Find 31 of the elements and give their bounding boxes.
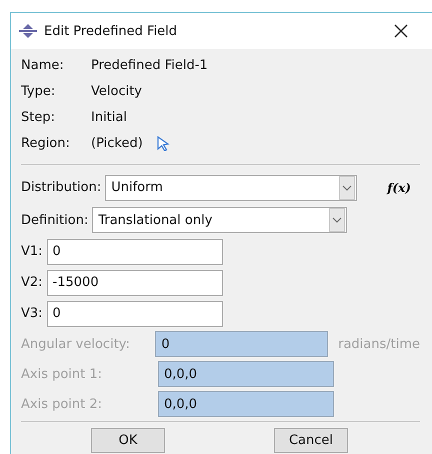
field-label: Definition: <box>21 212 88 228</box>
text-field[interactable]: -15000 <box>46 270 223 296</box>
field-value: (Picked) <box>91 136 143 150</box>
unit-label: radians/time <box>338 336 420 352</box>
field-label: Type: <box>21 84 56 98</box>
window-title: Edit Predefined Field <box>44 24 178 38</box>
field-value: Predefined Field-1 <box>91 58 208 72</box>
field-label: Step: <box>21 110 56 124</box>
definition-dropdown[interactable]: Translational only <box>92 207 348 233</box>
chevron-down-icon <box>332 217 342 223</box>
double-arrow-icon <box>19 24 37 38</box>
field-label: Name: <box>21 58 65 72</box>
field-label: V3: <box>21 306 43 321</box>
cancel-button[interactable]: Cancel <box>274 428 348 453</box>
field-value: Velocity <box>91 84 142 98</box>
field-label: Distribution: <box>21 180 102 195</box>
field-label: Axis point 1: <box>21 366 104 382</box>
field-value: Initial <box>91 110 127 124</box>
field-label: V2: <box>21 275 43 290</box>
ok-button[interactable]: OK <box>91 428 165 453</box>
function-button[interactable]: f(x) <box>387 180 411 194</box>
field-label: Axis point 2: <box>21 396 104 412</box>
chevron-down-icon <box>342 184 352 190</box>
cursor-arrow-icon[interactable] <box>156 136 170 150</box>
distribution-dropdown[interactable]: Uniform <box>105 174 358 200</box>
text-field[interactable]: 0 <box>46 238 223 264</box>
field-label: V1: <box>21 244 43 259</box>
field-label: Region: <box>21 136 71 150</box>
field-label: Angular velocity: <box>21 336 131 352</box>
text-field[interactable]: 0 <box>46 300 223 326</box>
close-icon[interactable] <box>394 24 408 38</box>
